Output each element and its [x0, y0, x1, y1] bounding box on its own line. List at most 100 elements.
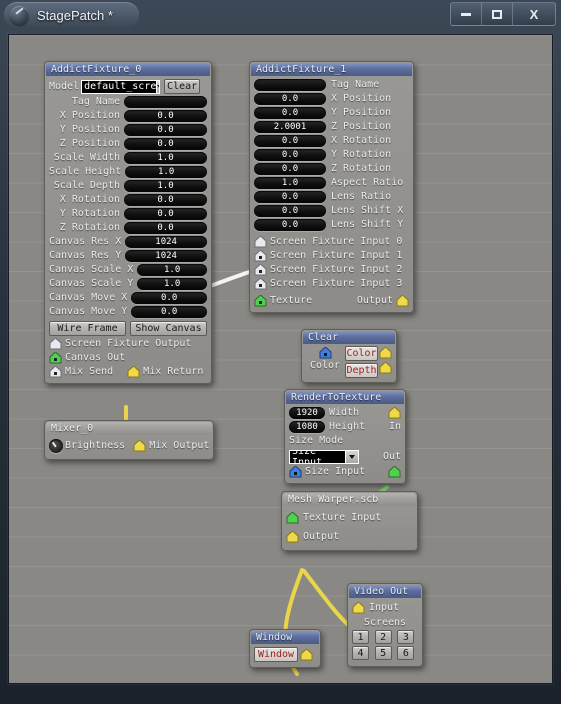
close-button[interactable]: X: [513, 3, 555, 25]
port-icon-screen-fixture-input-1[interactable]: [254, 250, 267, 262]
port-icon-mix-return[interactable]: [127, 366, 140, 378]
node-render-to-texture[interactable]: RenderToTexture 1920 Width 1080 Height I…: [284, 389, 406, 484]
parameter-field[interactable]: 0.0: [254, 191, 326, 203]
parameter-field[interactable]: 0.0: [254, 93, 326, 105]
af1-texture-output-row[interactable]: Texture Output: [250, 294, 413, 308]
port-screen-fixture-output[interactable]: Screen Fixture Output: [45, 337, 211, 351]
screen-button-6[interactable]: 6: [397, 646, 415, 660]
parameter-label: Z Rotation: [331, 163, 392, 174]
port-icon-warper-output[interactable]: [286, 530, 299, 543]
screen-button-3[interactable]: 3: [397, 630, 415, 644]
parameter-field[interactable]: 0.0: [254, 107, 326, 119]
node-window[interactable]: Window Window: [249, 629, 321, 668]
wire-frame-button[interactable]: Wire Frame: [49, 320, 126, 336]
screen-button-1[interactable]: 1: [352, 630, 369, 644]
mixer-row[interactable]: Brightness Mix Output: [45, 437, 213, 455]
parameter-field[interactable]: 1.0: [125, 166, 207, 178]
maximize-button[interactable]: [482, 3, 513, 25]
port-icon-screen-fixture-input-0[interactable]: [254, 236, 267, 248]
rtt-size-input-row[interactable]: Size Input: [285, 465, 405, 479]
port-icon-rtt-out[interactable]: [388, 466, 401, 478]
width-field[interactable]: 1920: [289, 407, 325, 419]
clear-button[interactable]: Clear: [164, 79, 201, 94]
port-screen-fixture-input-0[interactable]: Screen Fixture Input 0: [250, 235, 413, 249]
brightness-knob[interactable]: [49, 439, 63, 453]
port-icon-mix-output[interactable]: [133, 440, 146, 452]
node-mixer-0[interactable]: Mixer_0 Brightness Mix Output: [44, 420, 214, 460]
port-icon-clear-out[interactable]: [379, 362, 392, 374]
port-icon-canvas-out[interactable]: [49, 352, 62, 364]
parameter-field[interactable]: 0.0: [254, 219, 326, 231]
minimize-button[interactable]: [451, 3, 482, 25]
port-icon-color-in[interactable]: [319, 347, 332, 359]
parameter-label: Y Rotation: [331, 149, 392, 160]
parameter-field[interactable]: 0.0: [131, 306, 207, 318]
parameter-label: Canvas Scale Y: [49, 278, 134, 289]
port-screen-fixture-input-2[interactable]: Screen Fixture Input 2: [250, 263, 413, 277]
parameter-label: X Rotation: [59, 194, 120, 205]
show-canvas-button[interactable]: Show Canvas: [130, 320, 207, 336]
port-icon-texture-input[interactable]: [286, 511, 299, 524]
parameter-field[interactable]: 0.0: [131, 292, 207, 304]
screen-buttons-grid: 123 456: [348, 630, 422, 662]
node-addict-fixture-1[interactable]: AddictFixture_1 Tag Name 0.0 X Position 0.0…: [249, 61, 414, 313]
parameter-field[interactable]: 1024: [125, 250, 207, 262]
port-icon-size-input[interactable]: [289, 466, 302, 478]
node-title: Mesh Warper.scb: [283, 493, 416, 506]
parameter-field[interactable]: 1.0: [124, 180, 207, 192]
warper-texture-input-row[interactable]: Texture Input: [282, 508, 417, 527]
port-canvas-out[interactable]: Canvas Out: [45, 351, 211, 365]
port-mix-row[interactable]: Mix Send Mix Return: [45, 365, 211, 379]
parameter-field[interactable]: 2.0001: [254, 121, 326, 133]
parameter-field[interactable]: 0.0: [124, 124, 207, 136]
parameter-field[interactable]: 1.0: [124, 152, 207, 164]
warper-output-row[interactable]: Output: [282, 527, 417, 546]
port-icon-rtt-in[interactable]: [388, 407, 401, 419]
parameter-field[interactable]: 1.0: [254, 177, 326, 189]
parameter-row: 0.0 Lens Ratio: [250, 190, 413, 204]
height-field[interactable]: 1080: [289, 421, 325, 433]
port-icon-texture[interactable]: [254, 295, 267, 307]
port-icon-mix-send[interactable]: [49, 366, 62, 378]
parameter-field[interactable]: 1024: [125, 236, 207, 248]
model-select[interactable]: default_scre: [81, 79, 161, 94]
parameter-field[interactable]: [124, 96, 207, 108]
videoout-input-row[interactable]: Input: [348, 600, 422, 616]
parameter-field[interactable]: 1.0: [137, 264, 207, 276]
port-icon-video-input[interactable]: [352, 602, 365, 614]
port-icon-clear-in[interactable]: [379, 347, 392, 359]
node-clear[interactable]: Clear Color Color Depth: [301, 329, 397, 383]
parameter-field[interactable]: 0.0: [254, 205, 326, 217]
port-icon-screen-fixture-input-3[interactable]: [254, 278, 267, 290]
port-label: Mix Send: [65, 366, 114, 377]
port-label: Screen Fixture Output: [65, 338, 192, 349]
parameter-field[interactable]: 0.0: [124, 110, 207, 122]
window-button[interactable]: Window: [254, 647, 298, 662]
parameter-field[interactable]: 0.0: [254, 163, 326, 175]
texture-input-label: Texture Input: [303, 511, 382, 523]
screen-button-5[interactable]: 5: [374, 646, 392, 660]
size-mode-select[interactable]: Size Input: [289, 449, 359, 464]
parameter-field[interactable]: [254, 79, 326, 91]
parameter-label: Y Rotation: [59, 208, 120, 219]
parameter-field[interactable]: 0.0: [124, 222, 207, 234]
node-addict-fixture-0[interactable]: AddictFixture_0 Model default_scre Clear…: [44, 61, 212, 384]
port-icon-window-input[interactable]: [300, 648, 313, 661]
port-screen-fixture-input-3[interactable]: Screen Fixture Input 3: [250, 277, 413, 291]
port-icon-screen-fixture-output[interactable]: [49, 338, 62, 350]
port-icon-output[interactable]: [396, 295, 409, 307]
node-mesh-warper[interactable]: Mesh Warper.scb Texture Input Output: [281, 491, 418, 551]
screen-button-4[interactable]: 4: [352, 646, 369, 660]
parameter-field[interactable]: 1.0: [137, 278, 207, 290]
parameter-field[interactable]: 0.0: [124, 208, 207, 220]
screen-button-2[interactable]: 2: [374, 630, 392, 644]
parameter-field[interactable]: 0.0: [124, 138, 207, 150]
clear-color-button[interactable]: Color: [345, 346, 378, 361]
clear-depth-button[interactable]: Depth: [345, 363, 378, 378]
parameter-field[interactable]: 0.0: [254, 135, 326, 147]
port-icon-screen-fixture-input-2[interactable]: [254, 264, 267, 276]
port-screen-fixture-input-1[interactable]: Screen Fixture Input 1: [250, 249, 413, 263]
node-video-out[interactable]: Video Out Input Screens 123 456: [347, 583, 423, 667]
parameter-field[interactable]: 0.0: [124, 194, 207, 206]
parameter-field[interactable]: 0.0: [254, 149, 326, 161]
